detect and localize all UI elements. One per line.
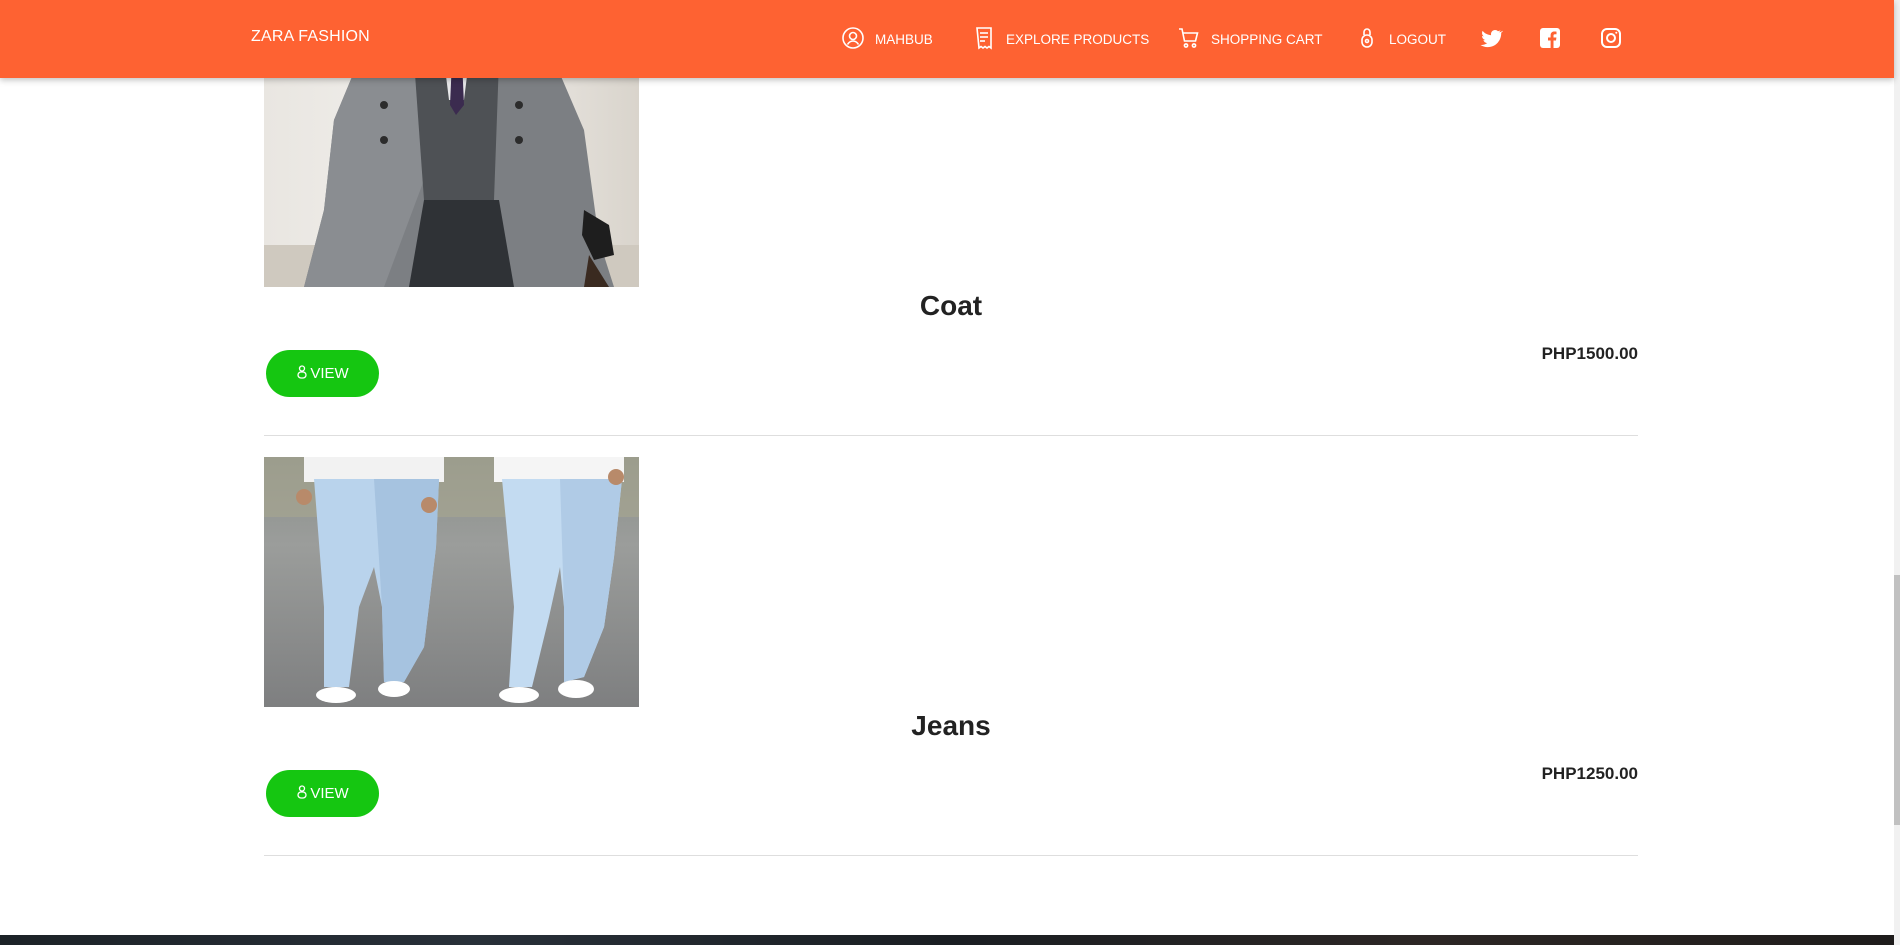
view-icon [296, 784, 308, 803]
page: ZARA FASHION MAHBUB EXPLORE PRODUCTS SHO… [0, 0, 1900, 945]
brand-logo[interactable]: ZARA FASHION [251, 28, 370, 46]
scrollbar-thumb[interactable] [1894, 575, 1900, 825]
nav-cart-label: SHOPPING CART [1211, 31, 1323, 47]
view-button-label: VIEW [310, 785, 349, 802]
instagram-icon[interactable] [1599, 26, 1623, 50]
product-price-jeans: PHP1250.00 [1541, 764, 1638, 783]
view-icon [296, 364, 308, 383]
scrollbar-track[interactable] [1894, 0, 1900, 945]
nav-logout[interactable]: LOGOUT [1355, 0, 1446, 78]
nav-user-label: MAHBUB [875, 31, 933, 47]
user-icon [841, 26, 865, 53]
footer-banner [0, 935, 1900, 945]
product-divider [264, 435, 1638, 436]
nav-logout-label: LOGOUT [1389, 31, 1447, 47]
lock-icon [1355, 26, 1379, 53]
nav-user[interactable]: MAHBUB [841, 0, 933, 78]
view-button-coat[interactable]: VIEW [266, 350, 379, 397]
twitter-icon[interactable] [1479, 26, 1504, 50]
cart-icon [1177, 26, 1201, 53]
product-divider [264, 855, 1638, 856]
product-price-coat: PHP1500.00 [1541, 344, 1638, 363]
view-button-jeans[interactable]: VIEW [266, 770, 379, 817]
view-button-label: VIEW [310, 365, 349, 382]
top-navbar: ZARA FASHION MAHBUB EXPLORE PRODUCTS SHO… [0, 0, 1894, 78]
product-name-coat[interactable]: Coat [264, 290, 1638, 322]
product-image-jeans[interactable] [264, 457, 639, 707]
product-name-jeans[interactable]: Jeans [264, 710, 1638, 742]
nav-shopping-cart[interactable]: SHOPPING CART [1177, 0, 1323, 78]
nav-explore-label: EXPLORE PRODUCTS [1006, 31, 1150, 47]
receipt-icon [972, 26, 996, 53]
facebook-icon[interactable] [1538, 26, 1562, 50]
product-image-coat[interactable] [264, 60, 639, 287]
nav-explore-products[interactable]: EXPLORE PRODUCTS [972, 0, 1149, 78]
